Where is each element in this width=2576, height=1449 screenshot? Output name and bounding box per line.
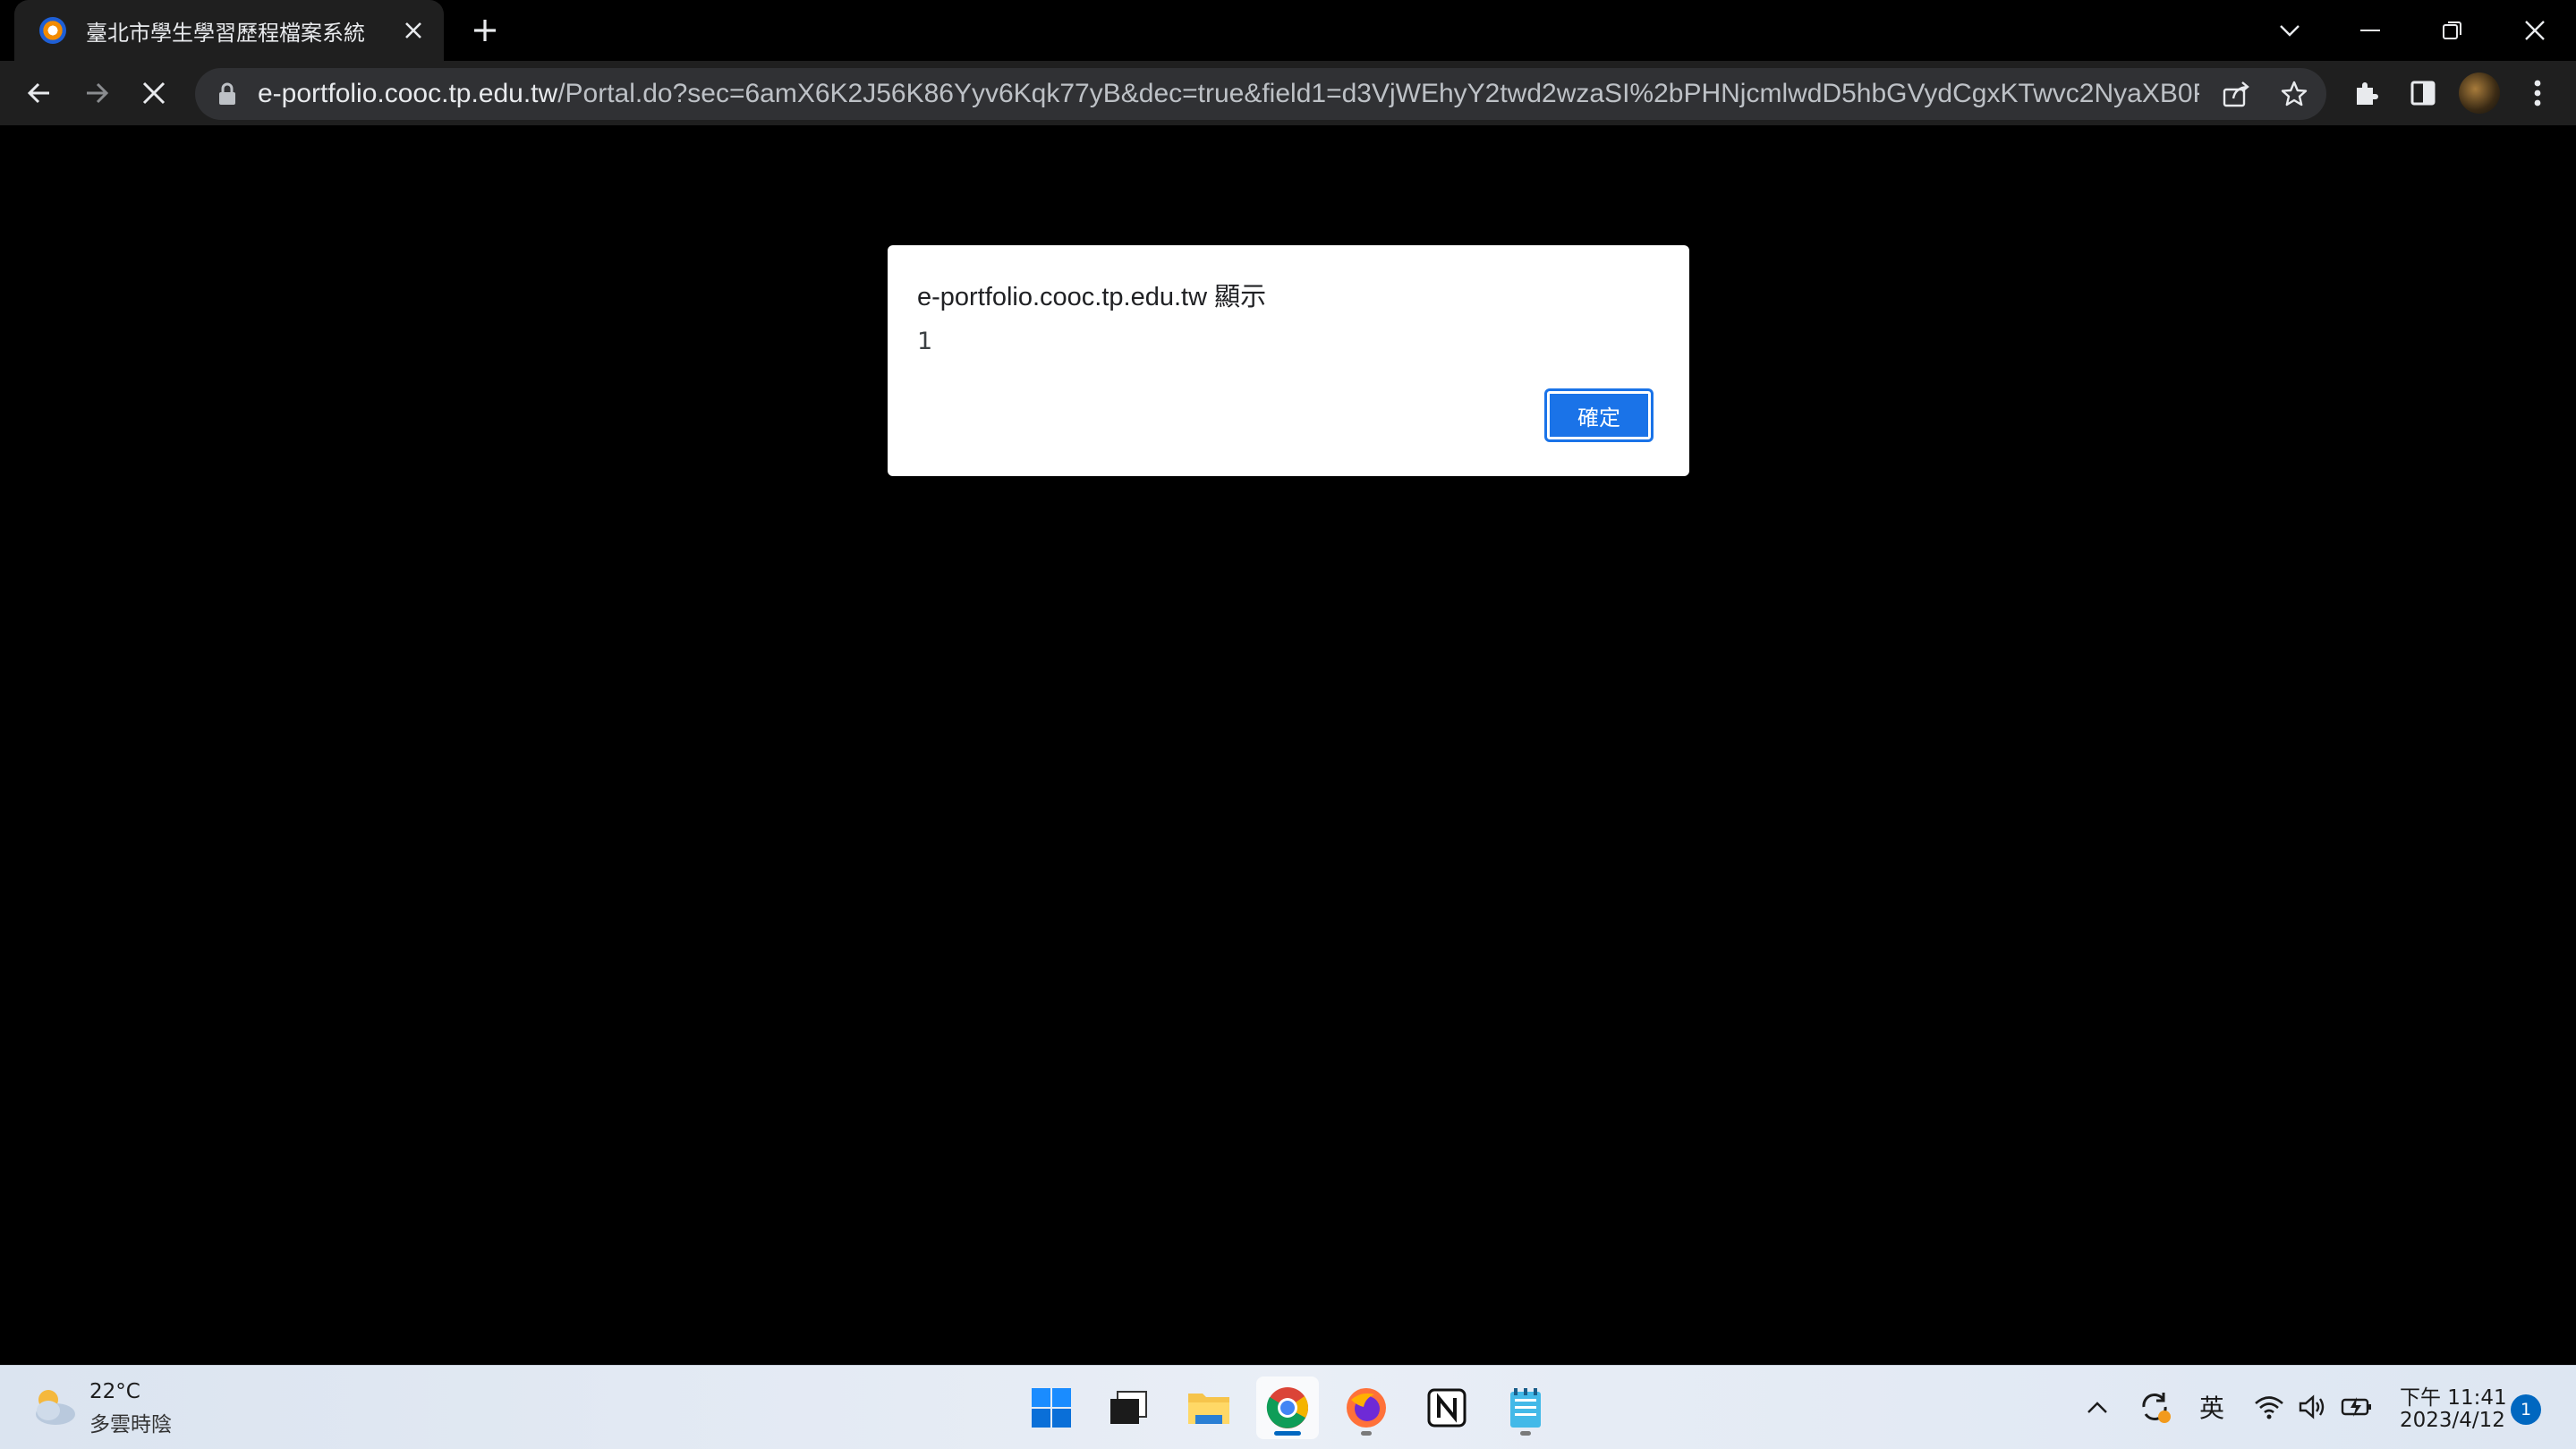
url-host: e-portfolio.cooc.tp.edu.tw [258,79,558,108]
clock-date[interactable]: 2023/4/12 [2400,1409,2505,1432]
minimize-button[interactable] [2346,7,2394,54]
firefox-icon [1347,1388,1386,1428]
start-button[interactable] [1020,1377,1083,1439]
dialog-title: e-portfolio.cooc.tp.edu.tw 顯示 [917,283,1267,311]
task-view-button[interactable] [1097,1377,1160,1439]
stop-loading-button[interactable] [132,72,175,115]
battery-charging-icon[interactable] [2337,1387,2376,1427]
lock-icon[interactable] [217,81,238,107]
address-bar[interactable]: e-portfolio.cooc.tp.edu.tw/Portal.do?sec… [195,68,2326,120]
file-explorer-button[interactable] [1177,1377,1240,1439]
sync-icon[interactable] [2135,1387,2174,1427]
folder-icon [1188,1394,1229,1424]
tab-search-icon[interactable] [2266,7,2314,54]
tab-close-icon[interactable] [395,13,431,48]
site-favicon-icon [39,17,66,44]
browser-toolbar: e-portfolio.cooc.tp.edu.tw/Portal.do?sec… [0,61,2576,125]
weather-cloudy-icon[interactable] [29,1384,79,1428]
windows-taskbar: 22°C 多雲時陰 英 下午 11:41 2023/4/12 1 [0,1365,2576,1449]
page-content: e-portfolio.cooc.tp.edu.tw 顯示 1 確定 [0,125,2576,1365]
extensions-icon[interactable] [2344,72,2387,115]
side-panel-icon[interactable] [2402,72,2444,115]
notion-taskbar-button[interactable] [1416,1377,1478,1439]
wifi-icon[interactable] [2249,1387,2289,1427]
url-text[interactable]: e-portfolio.cooc.tp.edu.tw/Portal.do?sec… [258,79,2199,109]
notepad-icon [1510,1388,1541,1428]
menu-kebab-icon[interactable] [2516,72,2559,115]
running-indicator [1520,1431,1531,1436]
notification-badge[interactable]: 1 [2511,1394,2541,1425]
input-method-indicator[interactable]: 英 [2192,1387,2232,1427]
volume-icon[interactable] [2292,1387,2332,1427]
dialog-ok-button[interactable]: 確定 [1544,388,1654,442]
browser-tab[interactable]: 臺北市學生學習歷程檔案系統 [14,0,444,61]
restore-button[interactable] [2428,7,2477,54]
windows-logo-icon [1032,1388,1071,1428]
profile-avatar[interactable] [2459,72,2500,114]
new-tab-button[interactable] [465,11,505,50]
notion-icon [1427,1388,1467,1428]
task-view-icon [1110,1391,1147,1424]
title-bar: 臺北市學生學習歷程檔案系統 [0,0,2576,61]
url-path: /Portal.do?sec=6amX6K2J56K86Yyv6Kqk77yB&… [557,79,2199,108]
tab-title: 臺北市學生學習歷程檔案系統 [86,20,365,46]
chrome-icon [1266,1387,1308,1428]
clock-time[interactable]: 下午 11:41 [2400,1380,2507,1411]
weather-temp[interactable]: 22°C [89,1380,140,1403]
back-button[interactable] [18,72,61,115]
show-hidden-icons-chevron-icon[interactable] [2078,1387,2117,1427]
bookmark-star-icon[interactable] [2273,72,2316,115]
active-indicator [1274,1431,1301,1436]
close-window-button[interactable] [2511,7,2559,54]
forward-button[interactable] [75,72,118,115]
weather-desc[interactable]: 多雲時陰 [89,1407,172,1437]
dialog-message: 1 [917,328,933,355]
firefox-taskbar-button[interactable] [1335,1377,1398,1439]
notepad-taskbar-button[interactable] [1494,1377,1557,1439]
running-indicator [1361,1431,1372,1436]
share-icon[interactable] [2215,72,2258,115]
alert-dialog: e-portfolio.cooc.tp.edu.tw 顯示 1 確定 [888,245,1689,476]
chrome-taskbar-button[interactable] [1256,1377,1319,1439]
